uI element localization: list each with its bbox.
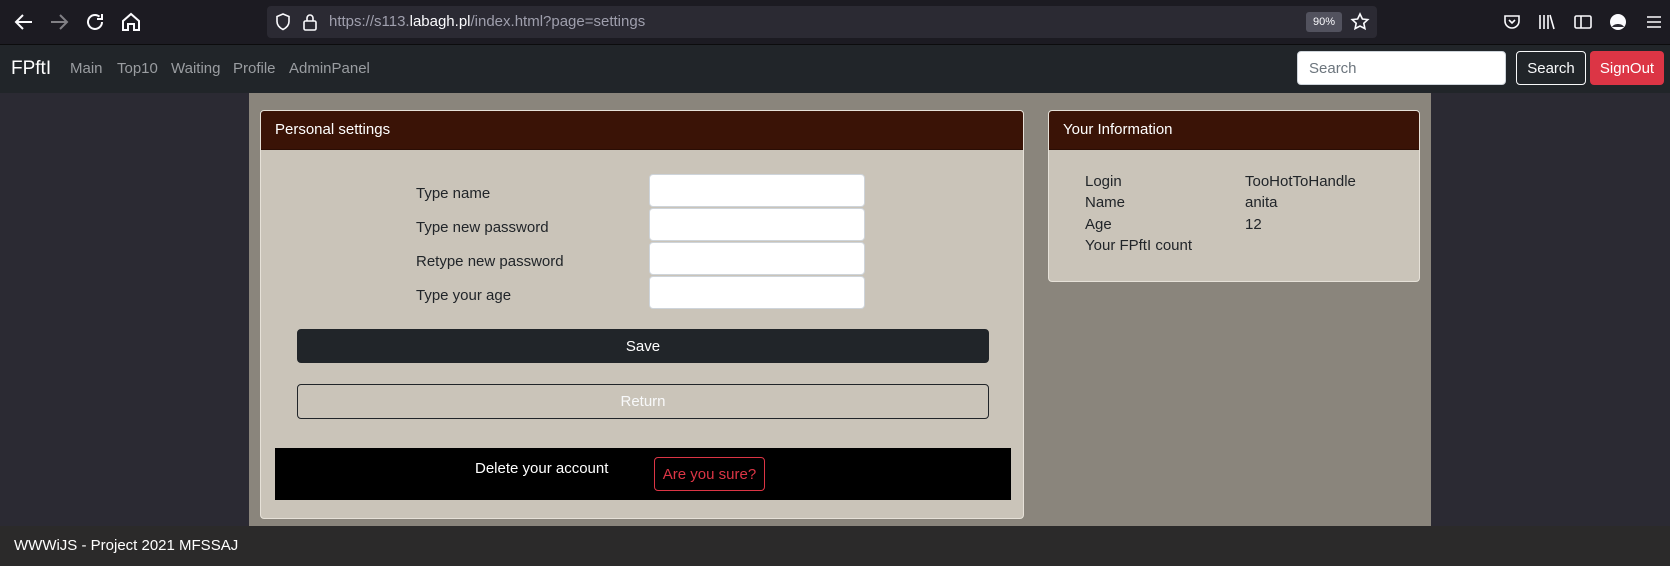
return-button[interactable]: Return (297, 384, 989, 419)
page-footer: WWWiJS - Project 2021 MFSSAJ (0, 526, 1670, 566)
name-field[interactable] (649, 174, 865, 207)
bookmark-star-icon[interactable] (1350, 12, 1370, 32)
search-button[interactable]: Search (1516, 51, 1586, 85)
info-value: TooHotToHandle (1245, 173, 1356, 190)
info-value: anita (1245, 194, 1278, 211)
save-button[interactable]: Save (297, 329, 989, 363)
url-text: https://s113.labagh.pl/index.html?page=s… (329, 13, 646, 30)
zoom-level-badge[interactable]: 90% (1306, 12, 1343, 32)
personal-settings-card: Personal settings Type name Type new pas… (260, 110, 1024, 519)
address-bar[interactable]: https://s113.labagh.pl/index.html?page=s… (267, 6, 1377, 38)
delete-account-label: Delete your account (475, 460, 609, 477)
your-information-title: Your Information (1049, 111, 1419, 150)
age-field[interactable] (649, 276, 865, 309)
nav-link-adminpanel[interactable]: AdminPanel (289, 60, 370, 77)
nav-link-main[interactable]: Main (70, 60, 103, 77)
info-value: 12 (1245, 216, 1262, 233)
info-key: Name (1085, 194, 1126, 211)
brand-logo-text[interactable]: FPftI (11, 58, 51, 80)
delete-account-section: Delete your account Are you sure? (275, 448, 1011, 500)
info-key: Login (1085, 173, 1122, 190)
nav-link-profile[interactable]: Profile (233, 60, 276, 77)
lock-icon[interactable] (300, 12, 320, 32)
age-label: Type your age (416, 287, 512, 304)
your-information-card: Your Information Login TooHotToHandle Na… (1048, 110, 1420, 282)
sidebar-icon[interactable] (1573, 12, 1593, 32)
search-input[interactable] (1297, 51, 1506, 85)
browser-toolbar: https://s113.labagh.pl/index.html?page=s… (0, 0, 1670, 45)
main-content: Personal settings Type name Type new pas… (249, 93, 1431, 526)
library-icon[interactable] (1537, 12, 1557, 32)
retype-password-label: Retype new password (416, 253, 564, 270)
reload-icon[interactable] (83, 10, 107, 34)
new-password-field[interactable] (649, 208, 865, 241)
shield-icon[interactable] (273, 12, 293, 32)
forward-arrow-icon[interactable] (47, 10, 71, 34)
name-label: Type name (416, 185, 491, 202)
personal-settings-title: Personal settings (261, 111, 1023, 150)
signout-button[interactable]: SignOut (1590, 51, 1664, 85)
new-password-label: Type new password (416, 219, 549, 236)
account-icon[interactable] (1608, 12, 1628, 32)
nav-link-waiting[interactable]: Waiting (171, 60, 220, 77)
back-arrow-icon[interactable] (12, 10, 36, 34)
retype-password-field[interactable] (649, 242, 865, 275)
pocket-icon[interactable] (1502, 12, 1522, 32)
app-navbar: FPftI Main Top10 Waiting Profile AdminPa… (0, 45, 1670, 93)
hamburger-menu-icon[interactable] (1644, 12, 1664, 32)
nav-link-top10[interactable]: Top10 (117, 60, 158, 77)
info-key: Age (1085, 216, 1112, 233)
delete-confirm-button[interactable]: Are you sure? (654, 457, 765, 491)
home-icon[interactable] (119, 10, 143, 34)
info-key: Your FPftI count (1085, 237, 1193, 254)
footer-text: WWWiJS - Project 2021 MFSSAJ (14, 537, 239, 554)
